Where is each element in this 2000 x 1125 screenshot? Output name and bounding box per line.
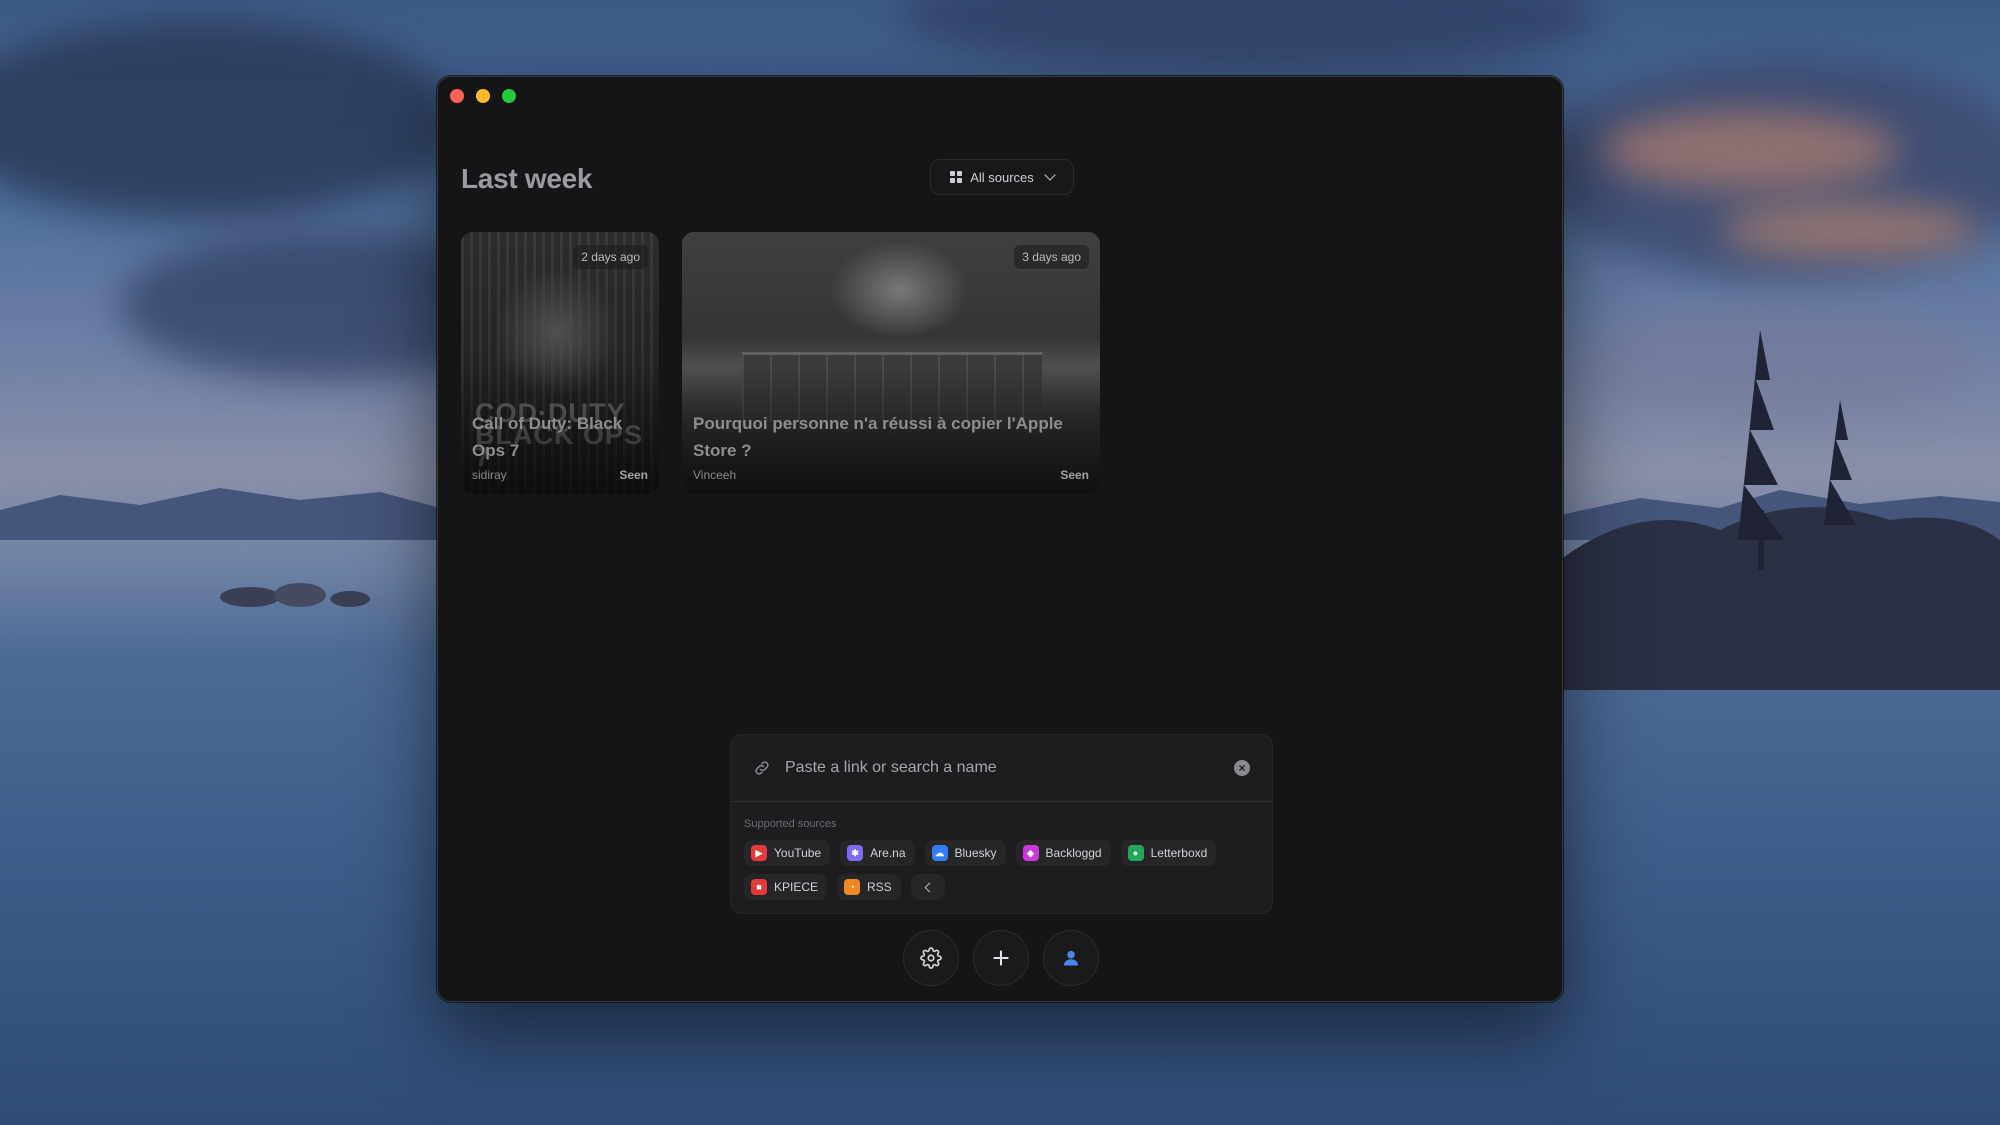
- minimize-window-button[interactable]: [476, 89, 490, 103]
- card-time-badge: 3 days ago: [1014, 245, 1089, 269]
- search-panel: × Supported sources ▶ YouTube ✱ Are.na ☁…: [730, 734, 1273, 914]
- source-chip-label: YouTube: [774, 846, 822, 860]
- gear-icon: [920, 947, 942, 969]
- kpiece-icon: ■: [751, 879, 767, 895]
- letterboxd-icon: ●: [1127, 845, 1144, 861]
- link-icon: [755, 761, 769, 775]
- filter-label: All sources: [970, 169, 1034, 185]
- source-chip-rss[interactable]: ◔ RSS: [837, 874, 901, 900]
- card-time-badge: 2 days ago: [573, 245, 648, 269]
- feed-card[interactable]: COD·DUTYBLACK OPS 7 2 days ago Call of D…: [461, 232, 659, 494]
- app-window: Last week All sources COD·DUTYBLACK OPS …: [437, 76, 1563, 1002]
- source-chip-label: RSS: [867, 880, 892, 894]
- source-chip-letterboxd[interactable]: ● Letterboxd: [1120, 840, 1217, 866]
- add-button[interactable]: [973, 930, 1029, 986]
- source-chip-label: Backloggd: [1045, 846, 1102, 860]
- backloggd-icon: ◆: [1022, 845, 1039, 861]
- close-window-button[interactable]: [450, 89, 464, 103]
- collapse-sources-button[interactable]: [910, 874, 945, 900]
- page-title: Last week: [461, 163, 593, 194]
- card-status: Seen: [1060, 468, 1089, 482]
- all-sources-filter-button[interactable]: All sources: [930, 159, 1074, 195]
- card-source: sidiray: [472, 468, 507, 482]
- settings-button[interactable]: [903, 930, 959, 986]
- rss-icon: ◔: [844, 879, 861, 895]
- bottom-toolbar: [903, 930, 1099, 986]
- source-chip-youtube[interactable]: ▶ YouTube: [744, 840, 831, 866]
- arena-icon: ✱: [847, 845, 864, 861]
- card-source: Vinceeh: [693, 468, 737, 482]
- chevron-down-icon: [1044, 169, 1056, 181]
- card-title: Call of Duty: Black Ops 7: [472, 414, 623, 460]
- search-input[interactable]: [785, 759, 1234, 777]
- source-chip-label: Letterboxd: [1150, 846, 1208, 860]
- user-icon: [1063, 950, 1079, 966]
- source-chip-kpiece[interactable]: ■ KPIECE: [744, 874, 828, 900]
- card-status: Seen: [619, 468, 648, 482]
- source-chip-label: KPIECE: [774, 880, 819, 894]
- plus-icon: [993, 950, 1009, 966]
- window-controls: [450, 89, 516, 103]
- card-title: Pourquoi personne n'a réussi à copier l'…: [693, 414, 1063, 460]
- clear-search-icon[interactable]: ×: [1234, 760, 1250, 776]
- supported-sources-label: Supported sources: [744, 818, 837, 830]
- supported-sources-list: ▶ YouTube ✱ Are.na ☁ Bluesky ◆ Backloggd…: [744, 840, 1264, 900]
- feed-card[interactable]: 3 days ago Pourquoi personne n'a réussi …: [682, 232, 1100, 494]
- source-chip-label: Bluesky: [954, 846, 997, 860]
- youtube-icon: ▶: [751, 845, 767, 861]
- maximize-window-button[interactable]: [502, 89, 516, 103]
- search-row: ×: [731, 735, 1272, 802]
- source-chip-arena[interactable]: ✱ Are.na: [840, 840, 915, 866]
- grid-icon: [950, 171, 963, 183]
- bluesky-icon: ☁: [931, 845, 948, 861]
- profile-button[interactable]: [1043, 930, 1099, 986]
- chevron-left-icon: [924, 882, 935, 892]
- source-chip-backloggd[interactable]: ◆ Backloggd: [1015, 840, 1111, 866]
- source-chip-bluesky[interactable]: ☁ Bluesky: [924, 840, 1006, 866]
- source-chip-label: Are.na: [870, 846, 906, 860]
